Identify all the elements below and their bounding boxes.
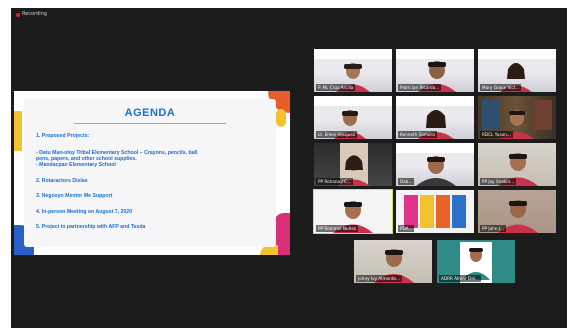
participant-video-tile[interactable]: RDCL Yuson...: [478, 96, 556, 139]
agenda-title: AGENDA: [124, 107, 176, 119]
participant-name: Johny Ivy Almonte...: [356, 275, 402, 282]
logo-door-icon: [452, 195, 466, 228]
participant-video-tile[interactable]: Mary Grace Vict...: [478, 49, 556, 92]
logo-door-icon: [436, 195, 450, 228]
participant-name: Kenneth Samora: [398, 131, 437, 138]
meeting-window: Recording AGENDA 1. Proposed Projects: -…: [11, 8, 567, 328]
agenda-item: - Mandacpan Elementary School: [36, 162, 116, 168]
participant-video-tile[interactable]: Patrician Ricardo...: [396, 49, 474, 92]
participant-name: Deb...: [398, 178, 415, 185]
agenda-item: 1. Proposed Projects:: [36, 133, 90, 139]
participant-video-tile[interactable]: P. Mc Cruz Arcilla: [314, 49, 392, 92]
participant-video-tile[interactable]: Deb...: [396, 143, 474, 186]
slide-decoration-left: [14, 111, 22, 151]
logo-door-icon: [420, 195, 434, 228]
participant-name: PP Rommel Nuñez: [316, 225, 359, 232]
title-bar: Recording: [11, 8, 567, 22]
participant-name: PP Jay Snakin...: [480, 178, 517, 185]
participant-video-tile[interactable]: PDA...: [396, 190, 474, 233]
agenda-item: 3. Negosyo Mentor Me Support: [36, 193, 113, 199]
recording-label: Recording: [22, 11, 48, 17]
participant-name: PP John J...: [480, 225, 507, 232]
slide-content: AGENDA 1. Proposed Projects: - Datu Man-…: [24, 99, 276, 247]
participant-video-tile-active-speaker[interactable]: PP Rommel Nuñez: [313, 189, 393, 234]
participant-name: PP Rohana / C...: [316, 178, 354, 185]
participant-video-tile[interactable]: PP John J...: [478, 190, 556, 233]
recording-icon: [16, 13, 20, 17]
agenda-item: 5. Project in partnership with AFP and T…: [36, 224, 146, 230]
participant-video-tile[interactable]: Lt. Ehlen Vasquez: [314, 96, 392, 139]
agenda-underline: [74, 123, 226, 124]
participant-video-tile[interactable]: Kenneth Samora: [396, 96, 474, 139]
participant-name: ADRR Almar Dal...: [439, 275, 481, 282]
participant-name: Mary Grace Vict...: [480, 84, 522, 91]
slide-decoration-top-right-2: [276, 109, 286, 127]
agenda-item: 4. In-person Meeting on August 7, 2020: [36, 209, 133, 215]
participant-video-tile[interactable]: PP Jay Snakin...: [478, 143, 556, 186]
agenda-item: 2. Rotaractors Dislas: [36, 178, 88, 184]
participant-video-tile[interactable]: PP Rohana / C...: [314, 143, 392, 186]
participant-name: Patrician Ricardo...: [398, 84, 442, 91]
participant-name: Lt. Ehlen Vasquez: [316, 131, 358, 138]
participant-video-tile[interactable]: ADRR Almar Dal...: [437, 240, 515, 283]
participant-video-tile[interactable]: Johny Ivy Almonte...: [354, 240, 432, 283]
participant-name: PDA...: [398, 225, 415, 232]
participant-name: RDCL Yuson...: [480, 131, 513, 138]
participant-name: P. Mc Cruz Arcilla: [316, 84, 356, 91]
shared-screen-slide: AGENDA 1. Proposed Projects: - Datu Man-…: [14, 91, 290, 255]
logo-door-icon: [404, 195, 418, 228]
